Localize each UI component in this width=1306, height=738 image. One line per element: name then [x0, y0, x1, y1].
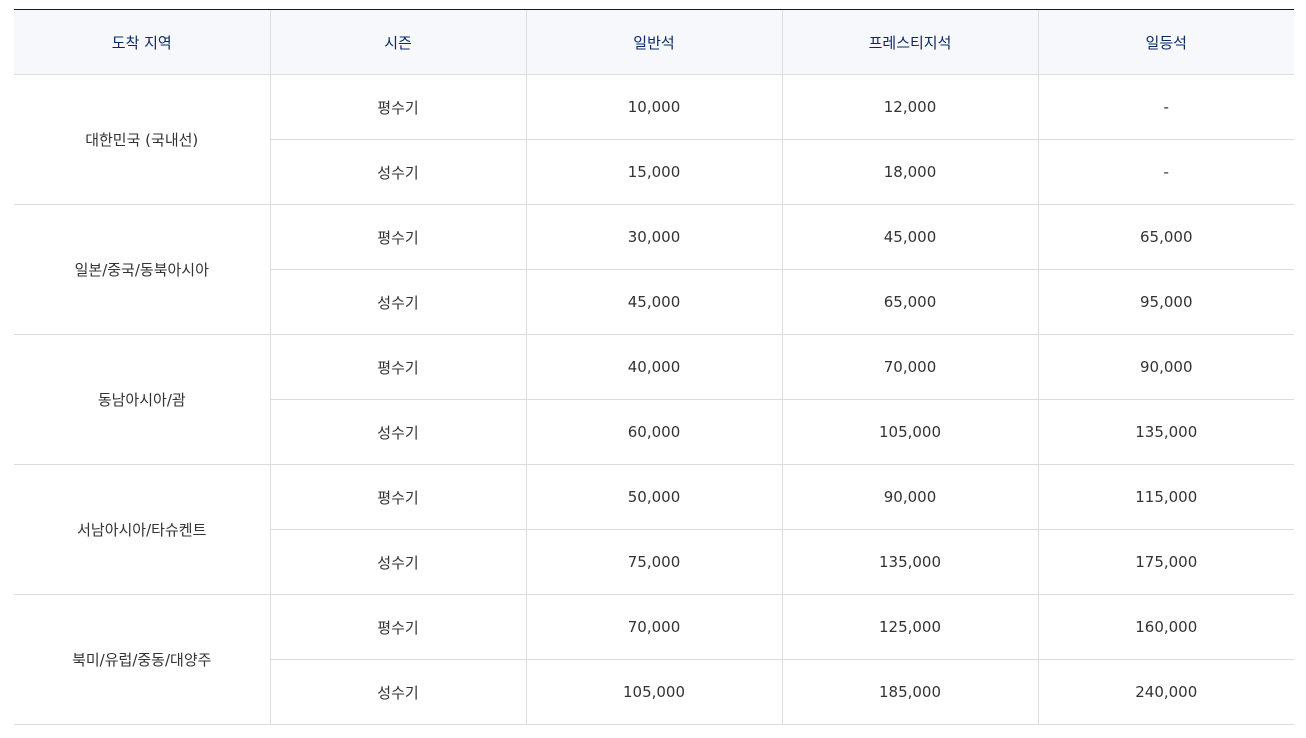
region-cell: 대한민국 (국내선): [14, 74, 270, 205]
economy-cell: 75,000: [525, 529, 782, 595]
economy-cell: 10,000: [525, 74, 782, 140]
economy-cell: 50,000: [525, 464, 782, 530]
prestige-cell: 12,000: [781, 74, 1038, 140]
first-class-cell: 95,000: [1037, 269, 1294, 335]
table-row: 서남아시아/타슈켄트 평수기 50,000 90,000 115,000: [14, 464, 1294, 595]
prestige-cell: 70,000: [781, 334, 1038, 400]
season-cell: 성수기: [269, 139, 526, 205]
first-class-cell: 90,000: [1037, 334, 1294, 400]
economy-cell: 70,000: [525, 594, 782, 660]
season-cell: 평수기: [269, 204, 526, 270]
prestige-cell: 105,000: [781, 399, 1038, 465]
season-cell: 성수기: [269, 399, 526, 465]
season-cell: 성수기: [269, 659, 526, 725]
prestige-cell: 65,000: [781, 269, 1038, 335]
table-body: 대한민국 (국내선) 평수기 10,000 12,000 - 성수기 15,00…: [14, 74, 1294, 725]
season-cell: 평수기: [269, 74, 526, 140]
region-cell: 동남아시아/괌: [14, 334, 270, 465]
first-class-cell: 65,000: [1037, 204, 1294, 270]
first-class-cell: 175,000: [1037, 529, 1294, 595]
region-cell: 북미/유럽/중동/대양주: [14, 594, 270, 725]
table-row: 북미/유럽/중동/대양주 평수기 70,000 125,000 160,000: [14, 594, 1294, 725]
table-row: 일본/중국/동북아시아 평수기 30,000 45,000 65,000: [14, 204, 1294, 335]
season-cell: 평수기: [269, 594, 526, 660]
prestige-cell: 45,000: [781, 204, 1038, 270]
prestige-cell: 18,000: [781, 139, 1038, 205]
first-class-cell: 115,000: [1037, 464, 1294, 530]
header-prestige: 프레스티지석: [781, 9, 1038, 75]
first-class-cell: -: [1037, 74, 1294, 140]
season-cell: 평수기: [269, 464, 526, 530]
header-economy: 일반석: [525, 9, 782, 75]
first-class-cell: 160,000: [1037, 594, 1294, 660]
season-cell: 성수기: [269, 269, 526, 335]
prestige-cell: 185,000: [781, 659, 1038, 725]
first-class-cell: 135,000: [1037, 399, 1294, 465]
header-region: 도착 지역: [14, 9, 270, 75]
header-first: 일등석: [1037, 9, 1294, 75]
economy-cell: 60,000: [525, 399, 782, 465]
season-cell: 평수기: [269, 334, 526, 400]
first-class-cell: 240,000: [1037, 659, 1294, 725]
table-header: 도착 지역 시즌 일반석 프레스티지석 일등석: [14, 9, 1294, 75]
mileage-table-container: 도착 지역 시즌 일반석 프레스티지석 일등석 대한민국 (국내선) 평수기 1…: [14, 9, 1294, 725]
mileage-table: 도착 지역 시즌 일반석 프레스티지석 일등석 대한민국 (국내선) 평수기 1…: [14, 9, 1294, 725]
economy-cell: 40,000: [525, 334, 782, 400]
table-row: 대한민국 (국내선) 평수기 10,000 12,000 -: [14, 74, 1294, 205]
economy-cell: 105,000: [525, 659, 782, 725]
prestige-cell: 125,000: [781, 594, 1038, 660]
economy-cell: 30,000: [525, 204, 782, 270]
prestige-cell: 135,000: [781, 529, 1038, 595]
header-season: 시즌: [269, 9, 526, 75]
season-cell: 성수기: [269, 529, 526, 595]
economy-cell: 45,000: [525, 269, 782, 335]
region-cell: 일본/중국/동북아시아: [14, 204, 270, 335]
table-row: 동남아시아/괌 평수기 40,000 70,000 90,000: [14, 334, 1294, 465]
region-cell: 서남아시아/타슈켄트: [14, 464, 270, 595]
header-row: 도착 지역 시즌 일반석 프레스티지석 일등석: [14, 9, 1294, 75]
economy-cell: 15,000: [525, 139, 782, 205]
prestige-cell: 90,000: [781, 464, 1038, 530]
first-class-cell: -: [1037, 139, 1294, 205]
